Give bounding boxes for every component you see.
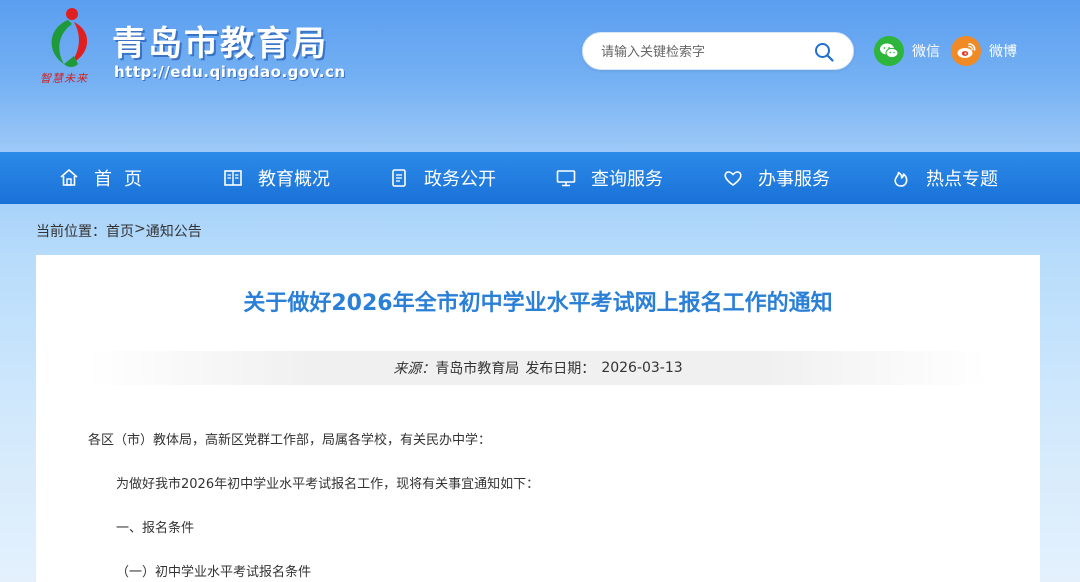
wechat-link[interactable]: 微信 — [874, 36, 940, 66]
weibo-label: 微博 — [989, 44, 1017, 60]
date-value: 2026-03-13 — [601, 360, 683, 376]
logo-caption: 智慧未来 — [40, 72, 88, 85]
flame-icon — [894, 171, 908, 187]
article-paragraph: 一、报名条件 — [116, 521, 195, 536]
nav-label-handling-services: 办事服务 — [758, 169, 830, 190]
source-label: 来源： — [393, 361, 436, 377]
breadcrumb-current-link[interactable]: 通知公告 — [146, 221, 202, 241]
date-label: 发布日期： — [525, 361, 596, 377]
heart-icon — [724, 171, 742, 186]
site-header: 智慧未来 青岛市教育局 http://edu.qingdao.gov.cn 微信 — [0, 0, 1080, 152]
nav-label-public-affairs: 政务公开 — [424, 169, 496, 190]
breadcrumb-home-link[interactable]: 首页 — [106, 221, 134, 241]
wechat-label: 微信 — [912, 44, 940, 60]
nav-label-home: 首页 — [94, 169, 154, 190]
monitor-icon — [556, 170, 576, 187]
article-paragraph: 为做好我市2026年初中学业水平考试报名工作，现将有关事宜通知如下： — [116, 477, 540, 492]
article-paragraph: （一）初中学业水平考试报名条件 — [116, 565, 312, 580]
nav-item-public-affairs[interactable]: 政务公开 — [388, 152, 496, 204]
weibo-link[interactable]: 微博 — [951, 36, 1017, 66]
nav-item-query-services[interactable]: 查询服务 — [555, 152, 663, 204]
article-meta: 来源： 青岛市教育局 发布日期： 2026-03-13 — [88, 351, 988, 385]
article-title: 关于做好2026年全市初中学业水平考试网上报名工作的通知 — [243, 291, 833, 316]
nav-item-overview[interactable]: 教育概况 — [222, 152, 330, 204]
document-icon — [392, 169, 406, 187]
source-value: 青岛市教育局 — [435, 361, 520, 377]
nav-label-overview: 教育概况 — [258, 169, 330, 190]
nav-item-handling-services[interactable]: 办事服务 — [722, 152, 830, 204]
search-box — [582, 32, 854, 70]
weibo-icon — [951, 36, 981, 66]
nav-label-hot-topics: 热点专题 — [926, 169, 998, 190]
article-panel: 关于做好2026年全市初中学业水平考试网上报名工作的通知 来源： 青岛市教育局 … — [36, 255, 1040, 582]
breadcrumb: 当前位置： 首页 > 通知公告 — [36, 221, 202, 241]
article-paragraph: 各区（市）教体局，高新区党群工作部，局属各学校，有关民办中学： — [88, 433, 492, 448]
site-title: 青岛市教育局 — [112, 24, 328, 64]
nav-label-query-services: 查询服务 — [591, 169, 663, 190]
book-icon — [224, 170, 242, 186]
site-url: http://edu.qingdao.gov.cn — [114, 63, 346, 81]
nav-item-home[interactable]: 首页 — [58, 152, 154, 204]
breadcrumb-separator: > — [134, 221, 146, 237]
search-input[interactable] — [601, 42, 811, 62]
nav-item-hot-topics[interactable]: 热点专题 — [890, 152, 998, 204]
wechat-icon — [874, 36, 904, 66]
main-nav: 首页 教育概况 政务公开 查询服务 办事服务 热点专题 — [0, 152, 1080, 204]
home-icon — [60, 169, 78, 186]
search-icon[interactable] — [813, 41, 835, 63]
breadcrumb-prefix: 当前位置： — [36, 224, 106, 240]
